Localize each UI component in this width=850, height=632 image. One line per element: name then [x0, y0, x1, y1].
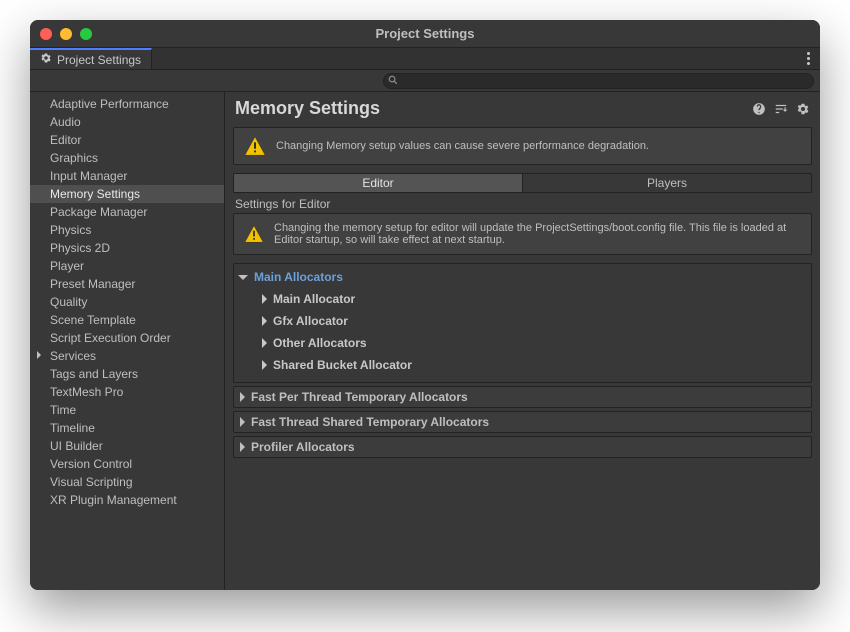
triangle-right-icon	[262, 338, 267, 348]
triangle-down-icon	[238, 275, 248, 280]
sidebar-item-input-manager[interactable]: Input Manager	[30, 167, 224, 185]
warning-box-top: Changing Memory setup values can cause s…	[233, 127, 812, 165]
preset-icon[interactable]	[774, 102, 788, 116]
help-icon[interactable]	[752, 102, 766, 116]
sidebar-item-audio[interactable]: Audio	[30, 113, 224, 131]
sidebar-item-timeline[interactable]: Timeline	[30, 419, 224, 437]
search-input[interactable]	[383, 73, 814, 89]
main-header: Memory Settings	[225, 92, 820, 127]
warning-icon	[244, 136, 266, 156]
triangle-right-icon	[240, 417, 245, 427]
sidebar-item-services[interactable]: Services	[30, 347, 224, 365]
sidebar-item-preset-manager[interactable]: Preset Manager	[30, 275, 224, 293]
foldout-shared-bucket-allocator[interactable]: Shared Bucket Allocator	[234, 354, 811, 376]
minimize-window-button[interactable]	[60, 28, 72, 40]
settings-for-label: Settings for Editor	[235, 197, 812, 211]
maximize-window-button[interactable]	[80, 28, 92, 40]
tabbar-menu-button[interactable]	[797, 48, 820, 69]
tabbar: Project Settings	[30, 48, 820, 70]
gear-icon	[40, 52, 52, 67]
window-title: Project Settings	[30, 26, 820, 41]
triangle-right-icon	[262, 360, 267, 370]
sidebar-item-physics-2d[interactable]: Physics 2D	[30, 239, 224, 257]
sidebar-item-memory-settings[interactable]: Memory Settings	[30, 185, 224, 203]
triangle-right-icon	[240, 442, 245, 452]
sidebar-item-physics[interactable]: Physics	[30, 221, 224, 239]
sidebar-item-visual-scripting[interactable]: Visual Scripting	[30, 473, 224, 491]
tab-label: Project Settings	[57, 53, 141, 67]
sidebar-item-xr-plugin-management[interactable]: XR Plugin Management	[30, 491, 224, 509]
warning-icon	[244, 225, 264, 243]
sidebar-item-script-execution-order[interactable]: Script Execution Order	[30, 329, 224, 347]
traffic-lights	[40, 28, 92, 40]
foldout-main-allocator[interactable]: Main Allocator	[234, 288, 811, 310]
sidebar[interactable]: Adaptive Performance Audio Editor Graphi…	[30, 92, 225, 590]
subtab-editor[interactable]: Editor	[234, 174, 522, 192]
settings-gear-icon[interactable]	[796, 102, 810, 116]
titlebar: Project Settings	[30, 20, 820, 48]
foldout-profiler-allocators[interactable]: Profiler Allocators	[233, 436, 812, 458]
project-settings-window: Project Settings Project Settings Adapti…	[30, 20, 820, 590]
sidebar-item-version-control[interactable]: Version Control	[30, 455, 224, 473]
foldout-fast-per-thread-temp[interactable]: Fast Per Thread Temporary Allocators	[233, 386, 812, 408]
searchbar	[30, 70, 820, 92]
sidebar-item-package-manager[interactable]: Package Manager	[30, 203, 224, 221]
sidebar-item-adaptive-performance[interactable]: Adaptive Performance	[30, 95, 224, 113]
warning-text: Changing Memory setup values can cause s…	[276, 140, 649, 152]
triangle-right-icon	[240, 392, 245, 402]
foldout-gfx-allocator[interactable]: Gfx Allocator	[234, 310, 811, 332]
sidebar-item-tags-and-layers[interactable]: Tags and Layers	[30, 365, 224, 383]
sidebar-item-time[interactable]: Time	[30, 401, 224, 419]
tab-project-settings[interactable]: Project Settings	[30, 48, 152, 69]
sidebar-item-graphics[interactable]: Graphics	[30, 149, 224, 167]
main-panel: Memory Settings Ch	[225, 92, 820, 590]
subtab-players[interactable]: Players	[522, 174, 811, 192]
triangle-right-icon	[262, 316, 267, 326]
sidebar-item-quality[interactable]: Quality	[30, 293, 224, 311]
subtabs: Editor Players	[233, 173, 812, 193]
foldout-other-allocators[interactable]: Other Allocators	[234, 332, 811, 354]
sidebar-item-player[interactable]: Player	[30, 257, 224, 275]
sidebar-item-editor[interactable]: Editor	[30, 131, 224, 149]
close-window-button[interactable]	[40, 28, 52, 40]
foldout-fast-thread-shared-temp[interactable]: Fast Thread Shared Temporary Allocators	[233, 411, 812, 433]
warning-text: Changing the memory setup for editor wil…	[274, 222, 801, 246]
sidebar-item-scene-template[interactable]: Scene Template	[30, 311, 224, 329]
page-title: Memory Settings	[235, 98, 752, 119]
search-icon	[388, 74, 398, 84]
sidebar-item-ui-builder[interactable]: UI Builder	[30, 437, 224, 455]
expand-caret-icon[interactable]	[37, 351, 41, 359]
sidebar-item-textmesh-pro[interactable]: TextMesh Pro	[30, 383, 224, 401]
foldout-main-allocators[interactable]: Main Allocators	[234, 266, 811, 288]
triangle-right-icon	[262, 294, 267, 304]
section-main-allocators: Main Allocators Main Allocator Gfx Alloc…	[233, 263, 812, 383]
warning-box-editor: Changing the memory setup for editor wil…	[233, 213, 812, 255]
